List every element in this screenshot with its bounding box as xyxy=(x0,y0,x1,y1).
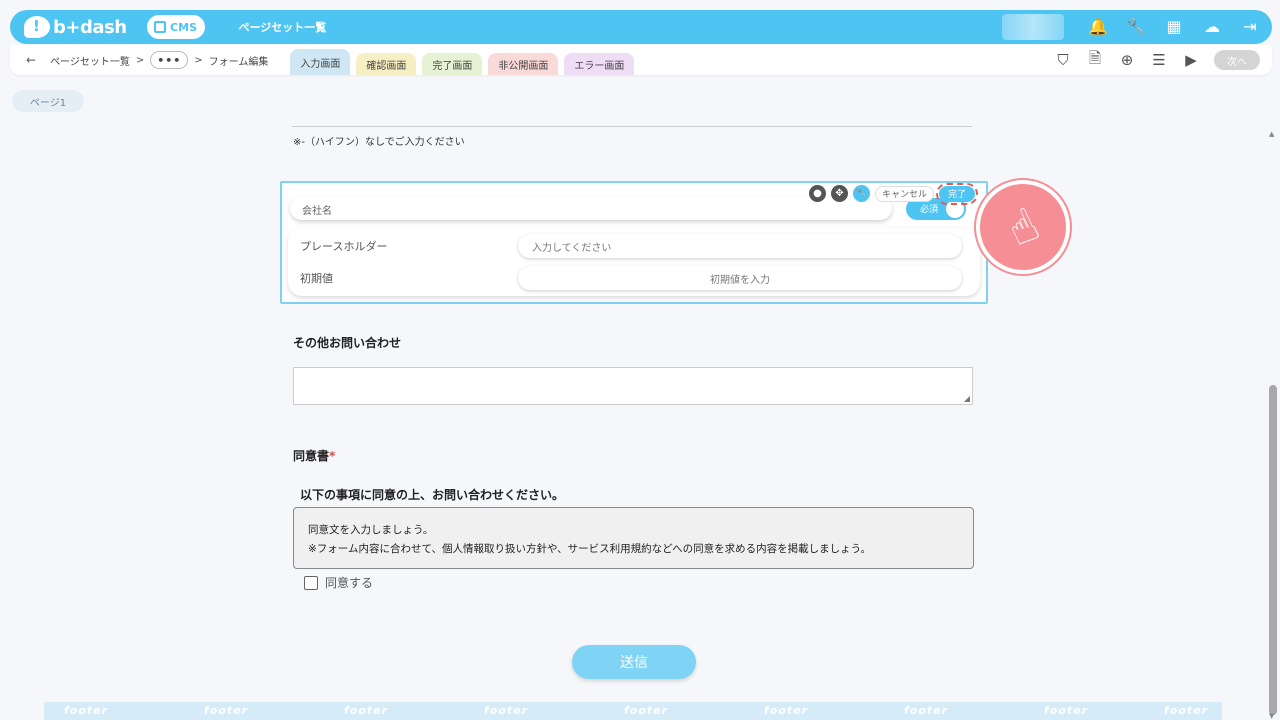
agree-checkbox-row[interactable]: 同意する xyxy=(304,574,373,591)
brand-logo[interactable]: b+dash xyxy=(24,16,127,38)
placeholder-label: プレースホルダー xyxy=(300,240,388,253)
consent-text-box: 同意文を入力しましょう。 ※フォーム内容に合わせて、個人情報取り扱い方針や、サー… xyxy=(293,507,974,569)
wrench-settings-icon[interactable]: 🔧 xyxy=(853,185,870,202)
breadcrumb-more-button[interactable]: ••• xyxy=(150,51,189,69)
hyphen-note: ※-（ハイフン）なしでご入力ください xyxy=(293,137,465,148)
pointing-hand-icon: ☝ xyxy=(998,196,1048,258)
add-circle-icon[interactable]: ⊕ xyxy=(1118,51,1136,69)
field-properties-panel: プレースホルダー 入力してください 初期値 初期値を入力 xyxy=(288,228,980,296)
consent-label: 同意書 xyxy=(293,449,330,463)
resize-handle-icon[interactable]: ◢ xyxy=(964,394,970,403)
breadcrumb-form-edit: フォーム編集 xyxy=(208,56,269,68)
scroll-down-icon[interactable]: ▼ xyxy=(1269,712,1274,720)
page-1-tab[interactable]: ページ1 xyxy=(12,90,84,112)
tab-error-screen[interactable]: エラー画面 xyxy=(564,53,635,75)
footer-watermark: footer xyxy=(64,704,109,717)
beginner-mark-icon[interactable]: ⛉ xyxy=(1054,51,1072,69)
html-file-icon[interactable]: 🗎 xyxy=(1086,48,1104,73)
user-icon[interactable]: ● xyxy=(809,185,826,202)
user-name-blurred xyxy=(1002,14,1064,40)
cms-icon xyxy=(154,21,167,33)
consent-title: 以下の事項に同意の上、お問い合わせください。 xyxy=(300,488,565,502)
cms-button[interactable]: CMS xyxy=(146,15,205,39)
done-button[interactable]: 完了 xyxy=(936,182,979,205)
required-label: 必須 xyxy=(920,205,939,215)
footer-watermark: footer xyxy=(204,704,249,717)
bdash-logo-icon xyxy=(24,16,50,38)
header-page-title: ページセット一覧 xyxy=(238,21,327,34)
footer-watermark: footer xyxy=(624,704,669,717)
form-canvas: ※-（ハイフン）なしでご入力ください 会社名 必須 ● ✥ 🔧 キャンセル 完了… xyxy=(280,80,988,720)
breadcrumb-page-set-list[interactable]: ページセット一覧 xyxy=(50,53,130,68)
toggle-knob xyxy=(946,200,964,218)
footer-watermark: footer xyxy=(764,704,809,717)
tab-input-screen[interactable]: 入力画面 xyxy=(290,49,351,75)
footer-watermark: footer xyxy=(1044,704,1089,717)
initial-value-label: 初期値 xyxy=(300,272,333,285)
cms-label: CMS xyxy=(170,20,197,34)
consent-line-1: 同意文を入力しましょう。 xyxy=(308,524,434,536)
tab-confirm-screen[interactable]: 確認画面 xyxy=(356,53,417,75)
consent-label-row: 同意書* xyxy=(293,447,335,464)
cancel-button[interactable]: キャンセル xyxy=(875,185,935,202)
field-name-input[interactable]: 会社名 xyxy=(290,196,892,220)
grid-menu-icon[interactable]: ▦ xyxy=(1164,17,1184,37)
divider xyxy=(292,126,972,127)
placeholder-row: プレースホルダー 入力してください xyxy=(288,230,980,262)
top-bar: b+dash CMS ページセット一覧 🔔 🔧 ▦ ☁ ⇥ xyxy=(10,10,1272,44)
tab-complete-screen[interactable]: 完了画面 xyxy=(422,53,483,75)
tap-highlight: ☝ xyxy=(976,180,1070,274)
footer-watermark: footer xyxy=(484,704,529,717)
agree-checkbox[interactable] xyxy=(304,575,318,590)
other-inquiry-label: その他お問い合わせ xyxy=(293,336,402,350)
scroll-thumb[interactable] xyxy=(1269,385,1277,715)
back-arrow-icon[interactable]: ← xyxy=(26,53,36,67)
footer-area: footer footer footer footer footer foote… xyxy=(44,702,1222,720)
brand-name: b+dash xyxy=(53,16,127,38)
initial-value-input[interactable]: 初期値を入力 xyxy=(518,266,962,290)
wrench-icon[interactable]: 🔧 xyxy=(1126,17,1146,37)
page-scrollbar[interactable]: ▲ ▼ xyxy=(1269,130,1277,720)
placeholder-input[interactable]: 入力してください xyxy=(518,234,962,258)
move-icon[interactable]: ✥ xyxy=(831,185,848,202)
editor-toolbar: ← ページセット一覧 > ••• > フォーム編集 入力画面 確認画面 完了画面… xyxy=(10,45,1272,75)
footer-watermark: footer xyxy=(1164,704,1209,717)
submit-button[interactable]: 送信 xyxy=(572,645,696,679)
play-video-icon[interactable]: ▶ xyxy=(1182,51,1200,69)
logout-icon[interactable]: ⇥ xyxy=(1240,17,1260,37)
consent-line-2: ※フォーム内容に合わせて、個人情報取り扱い方針や、サービス利用規約などへの同意を… xyxy=(308,543,871,555)
other-inquiry-textarea[interactable]: ◢ xyxy=(293,367,973,405)
company-field-editor[interactable]: 会社名 必須 ● ✥ 🔧 キャンセル 完了 プレースホルダー 入力してください … xyxy=(280,181,988,304)
breadcrumb-separator: > xyxy=(194,54,203,66)
support-chat-icon[interactable]: ☁ xyxy=(1202,17,1222,37)
breadcrumb-separator: > xyxy=(135,54,145,66)
settings-list-icon[interactable]: ☰ xyxy=(1150,51,1168,69)
agree-checkbox-label: 同意する xyxy=(325,576,374,590)
initial-value-row: 初期値 初期値を入力 xyxy=(288,262,980,294)
footer-watermark: footer xyxy=(904,704,949,717)
footer-watermark: footer xyxy=(344,704,389,717)
bell-icon[interactable]: 🔔 xyxy=(1088,17,1108,37)
screen-tabs: 入力画面 確認画面 完了画面 非公開画面 エラー画面 xyxy=(290,45,635,75)
required-star: * xyxy=(329,449,336,463)
next-button[interactable]: 次へ xyxy=(1214,50,1260,70)
tab-private-screen[interactable]: 非公開画面 xyxy=(488,53,559,75)
scroll-up-icon[interactable]: ▲ xyxy=(1269,130,1274,138)
